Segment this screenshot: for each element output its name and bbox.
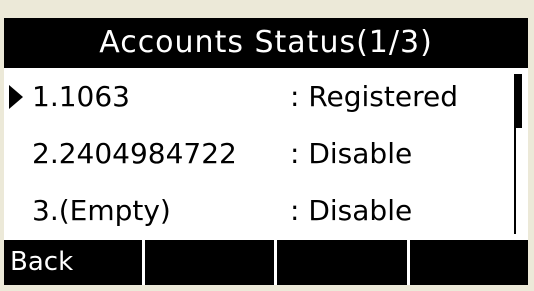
list-scrollbar[interactable] (514, 74, 522, 234)
phone-lcd-screen: Accounts Status(1/3) 1.1063 : Registered… (4, 18, 528, 285)
account-status: : Registered (290, 80, 458, 113)
softkey-back[interactable]: Back (4, 242, 142, 283)
scrollbar-thumb[interactable] (514, 74, 522, 128)
account-status: : Disable (290, 194, 413, 227)
account-row-3[interactable]: 3.(Empty) : Disable (4, 182, 528, 239)
selection-cursor-icon (9, 85, 23, 109)
account-row-2[interactable]: 2.2404984722 : Disable (4, 125, 528, 182)
accounts-list: 1.1063 : Registered 2.2404984722 : Disab… (4, 68, 528, 240)
account-name: 3.(Empty) (32, 194, 171, 227)
softkey-3[interactable] (277, 242, 407, 283)
screen-title: Accounts Status(1/3) (4, 18, 528, 68)
account-name: 1.1063 (32, 80, 130, 113)
account-name: 2.2404984722 (32, 137, 237, 170)
softkey-2[interactable] (145, 242, 274, 283)
account-status: : Disable (290, 137, 413, 170)
softkey-bar: Back (4, 240, 528, 285)
account-row-1[interactable]: 1.1063 : Registered (4, 68, 528, 125)
softkey-4[interactable] (410, 242, 528, 283)
